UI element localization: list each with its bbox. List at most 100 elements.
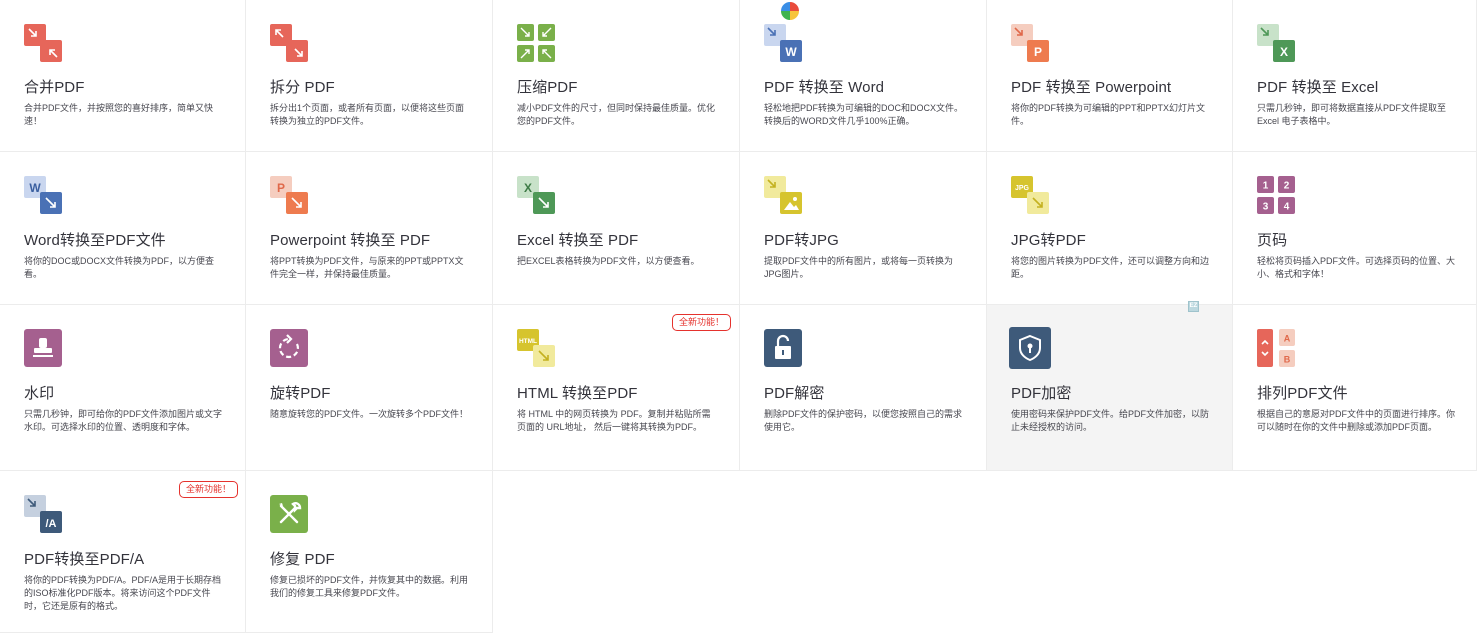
watermark-icon xyxy=(24,329,62,367)
svg-text:B: B xyxy=(1284,355,1291,365)
rotate-icon xyxy=(270,329,308,367)
tool-title: PDF解密 xyxy=(764,385,825,402)
tool-page-numbers[interactable]: 1 2 3 4 页码 轻松将页码插入PDF文件。可选择页码的位置、大小、格式和字体！ xyxy=(1233,152,1477,305)
tool-unlock-pdf[interactable]: PDF解密 删除PDF文件的保护密码，以便您按照自己的需求使用它。 xyxy=(740,305,987,471)
tool-compress-pdf[interactable]: 压缩PDF 减小PDF文件的尺寸，但同时保持最佳质量。优化您的PDF文件。 xyxy=(493,0,740,152)
split-icon xyxy=(270,24,308,62)
tool-description: 拆分出1个页面，或者所有页面，以便将这些页面转换为独立的PDF文件。 xyxy=(270,103,465,126)
tool-title: JPG转PDF xyxy=(1011,232,1086,249)
ppt-to-pdf-icon: P xyxy=(270,176,308,214)
icon-glyph: X xyxy=(1280,45,1288,59)
tool-title: 排列PDF文件 xyxy=(1257,385,1348,402)
tool-description: 将你的PDF转换为PDF/A。PDF/A是用于长期存档的ISO标准化PDF版本。… xyxy=(24,575,222,611)
tool-split-pdf[interactable]: 拆分 PDF 拆分出1个页面，或者所有页面，以便将这些页面转换为独立的PDF文件… xyxy=(246,0,493,152)
tool-title: PDF 转换至 Powerpoint xyxy=(1011,79,1172,96)
tool-title: PDF 转换至 Word xyxy=(764,79,885,96)
tool-html-to-pdf[interactable]: 全新功能！ HTML HTML 转换至PDF 将 HTML 中的网页转换为 PD… xyxy=(493,305,740,471)
tool-jpg-to-pdf[interactable]: JPG JPG转PDF 将您的图片转换为PDF文件，还可以调整方向和边距。 xyxy=(987,152,1233,305)
tool-title: 合并PDF xyxy=(24,79,85,96)
tool-description: 将你的PDF转换为可编辑的PPT和PPTX幻灯片文件。 xyxy=(1011,103,1206,126)
page-numbers-icon: 1 2 3 4 xyxy=(1257,176,1295,214)
floating-avatar-icon[interactable] xyxy=(779,0,801,22)
tool-pdf-to-ppt[interactable]: P PDF 转换至 Powerpoint 将你的PDF转换为可编辑的PPT和PP… xyxy=(987,0,1233,152)
tool-description: 减小PDF文件的尺寸，但同时保持最佳质量。优化您的PDF文件。 xyxy=(517,103,716,126)
tool-title: Powerpoint 转换至 PDF xyxy=(270,232,431,249)
tool-title: 压缩PDF xyxy=(517,79,578,96)
unlock-icon xyxy=(764,329,802,367)
tool-title: 页码 xyxy=(1257,232,1288,249)
tool-pdf-to-pdfa[interactable]: 全新功能！ /A PDF转换至PDF/A 将你的PDF转换为PDF/A。PDF/… xyxy=(0,471,246,633)
tool-title: 水印 xyxy=(24,385,55,402)
tool-description: 只需几秒钟，即可给你的PDF文件添加图片或文字水印。可选择水印的位置、透明度和字… xyxy=(24,409,223,432)
icon-glyph: P xyxy=(1034,45,1042,59)
tool-description: 随意旋转您的PDF文件。一次旋转多个PDF文件！ xyxy=(270,409,469,419)
tool-title: PDF加密 xyxy=(1011,385,1072,402)
tool-pdf-to-jpg[interactable]: PDF转JPG 提取PDF文件中的所有图片，或将每一页转换为JPG图片。 xyxy=(740,152,987,305)
tool-organize-pdf[interactable]: AB 排列PDF文件 根据自己的意愿对PDF文件中的页面进行排序。你可以随时在你… xyxy=(1233,305,1477,471)
tool-description: 使用密码来保护PDF文件。给PDF文件加密，以防止未经授权的访问。 xyxy=(1011,409,1210,432)
pdf-to-pdfa-icon: /A xyxy=(24,495,62,533)
tool-title: PDF转换至PDF/A xyxy=(24,551,145,568)
tool-description: 将 HTML 中的网页转换为 PDF。复制并粘贴所需页面的 URL地址， 然后一… xyxy=(517,409,711,432)
pdf-to-word-icon: W xyxy=(764,24,802,62)
word-to-pdf-icon: W xyxy=(24,176,62,214)
compress-icon xyxy=(517,24,555,62)
icon-glyph: /A xyxy=(46,518,57,530)
tool-title: HTML 转换至PDF xyxy=(517,385,638,402)
html-to-pdf-icon: HTML xyxy=(517,329,555,367)
icon-glyph: X xyxy=(524,181,532,195)
tool-description: 只需几秒钟，即可将数据直接从PDF文件提取至Excel 电子表格中。 xyxy=(1257,103,1447,126)
tool-excel-to-pdf[interactable]: X Excel 转换至 PDF 把EXCEL表格转换为PDF文件，以方便查看。 xyxy=(493,152,740,305)
tool-title: Word转换至PDF文件 xyxy=(24,232,166,249)
protect-icon xyxy=(1009,327,1051,369)
tool-rotate-pdf[interactable]: 旋转PDF 随意旋转您的PDF文件。一次旋转多个PDF文件！ xyxy=(246,305,493,471)
tool-repair-pdf[interactable]: 修复 PDF 修复已损坏的PDF文件，并恢复其中的数据。利用我们的修复工具来修复… xyxy=(246,471,493,633)
tool-description: 把EXCEL表格转换为PDF文件，以方便查看。 xyxy=(517,256,700,266)
tool-title: 拆分 PDF xyxy=(270,79,335,96)
icon-glyph: P xyxy=(277,181,285,195)
pdf-to-excel-icon: X xyxy=(1257,24,1295,62)
tool-description: 将您的图片转换为PDF文件，还可以调整方向和边距。 xyxy=(1011,256,1210,279)
pdf-to-ppt-icon: P xyxy=(1011,24,1049,62)
tools-grid: 合并PDF 合并PDF文件，并按照您的喜好排序，简单又快速！ 拆分 PDF 拆分… xyxy=(0,0,1477,633)
tool-title: Excel 转换至 PDF xyxy=(517,232,639,249)
tool-merge-pdf[interactable]: 合并PDF 合并PDF文件，并按照您的喜好排序，简单又快速！ xyxy=(0,0,246,152)
excel-to-pdf-icon: X xyxy=(517,176,555,214)
tool-description: 将你的DOC或DOCX文件转换为PDF，以方便查看。 xyxy=(24,256,215,279)
pdf-to-jpg-icon xyxy=(764,176,802,214)
svg-text:A: A xyxy=(1284,334,1291,344)
icon-glyph: W xyxy=(29,181,41,195)
ad-marker[interactable]: EZ xyxy=(1188,301,1199,312)
tool-description: 合并PDF文件，并按照您的喜好排序，简单又快速！ xyxy=(24,103,214,126)
tool-description: 轻松将页码插入PDF文件。可选择页码的位置、大小、格式和字体！ xyxy=(1257,256,1456,279)
tool-description: 轻松地把PDF转换为可编辑的DOC和DOCX文件。转换后的WORD文件几乎100… xyxy=(764,103,964,126)
tool-title: PDF转JPG xyxy=(764,232,839,249)
svg-text:1: 1 xyxy=(1263,181,1269,192)
tool-protect-pdf[interactable]: PDF加密 使用密码来保护PDF文件。给PDF文件加密，以防止未经授权的访问。 xyxy=(987,305,1233,471)
svg-text:2: 2 xyxy=(1284,181,1290,192)
tool-description: 提取PDF文件中的所有图片，或将每一页转换为JPG图片。 xyxy=(764,256,954,279)
repair-icon xyxy=(270,495,308,533)
tool-title: 旋转PDF xyxy=(270,385,331,402)
tool-ppt-to-pdf[interactable]: P Powerpoint 转换至 PDF 将PPT转换为PDF文件，与原来的PP… xyxy=(246,152,493,305)
tool-pdf-to-word[interactable]: W PDF 转换至 Word 轻松地把PDF转换为可编辑的DOC和DOCX文件。… xyxy=(740,0,987,152)
tool-pdf-to-excel[interactable]: X PDF 转换至 Excel 只需几秒钟，即可将数据直接从PDF文件提取至Ex… xyxy=(1233,0,1477,152)
new-feature-badge: 全新功能！ xyxy=(179,481,239,498)
tool-watermark[interactable]: 水印 只需几秒钟，即可给你的PDF文件添加图片或文字水印。可选择水印的位置、透明… xyxy=(0,305,246,471)
merge-icon xyxy=(24,24,62,62)
tool-title: PDF 转换至 Excel xyxy=(1257,79,1379,96)
organize-icon: AB xyxy=(1257,329,1295,367)
tool-description: 将PPT转换为PDF文件，与原来的PPT或PPTX文件完全一样，并保持最佳质量。 xyxy=(270,256,464,279)
svg-text:3: 3 xyxy=(1263,202,1269,213)
tool-description: 删除PDF文件的保护密码，以便您按照自己的需求使用它。 xyxy=(764,409,963,432)
icon-glyph: JPG xyxy=(1015,185,1030,192)
new-feature-badge: 全新功能！ xyxy=(672,314,732,331)
icon-glyph: HTML xyxy=(519,338,537,345)
jpg-to-pdf-icon: JPG xyxy=(1011,176,1049,214)
tool-word-to-pdf[interactable]: W Word转换至PDF文件 将你的DOC或DOCX文件转换为PDF，以方便查看… xyxy=(0,152,246,305)
icon-glyph: W xyxy=(785,45,797,59)
tool-description: 修复已损坏的PDF文件，并恢复其中的数据。利用我们的修复工具来修复PDF文件。 xyxy=(270,575,469,598)
tool-title: 修复 PDF xyxy=(270,551,335,568)
svg-text:4: 4 xyxy=(1284,202,1290,213)
tool-description: 根据自己的意愿对PDF文件中的页面进行排序。你可以随时在你的文件中删除或添加PD… xyxy=(1257,409,1456,432)
